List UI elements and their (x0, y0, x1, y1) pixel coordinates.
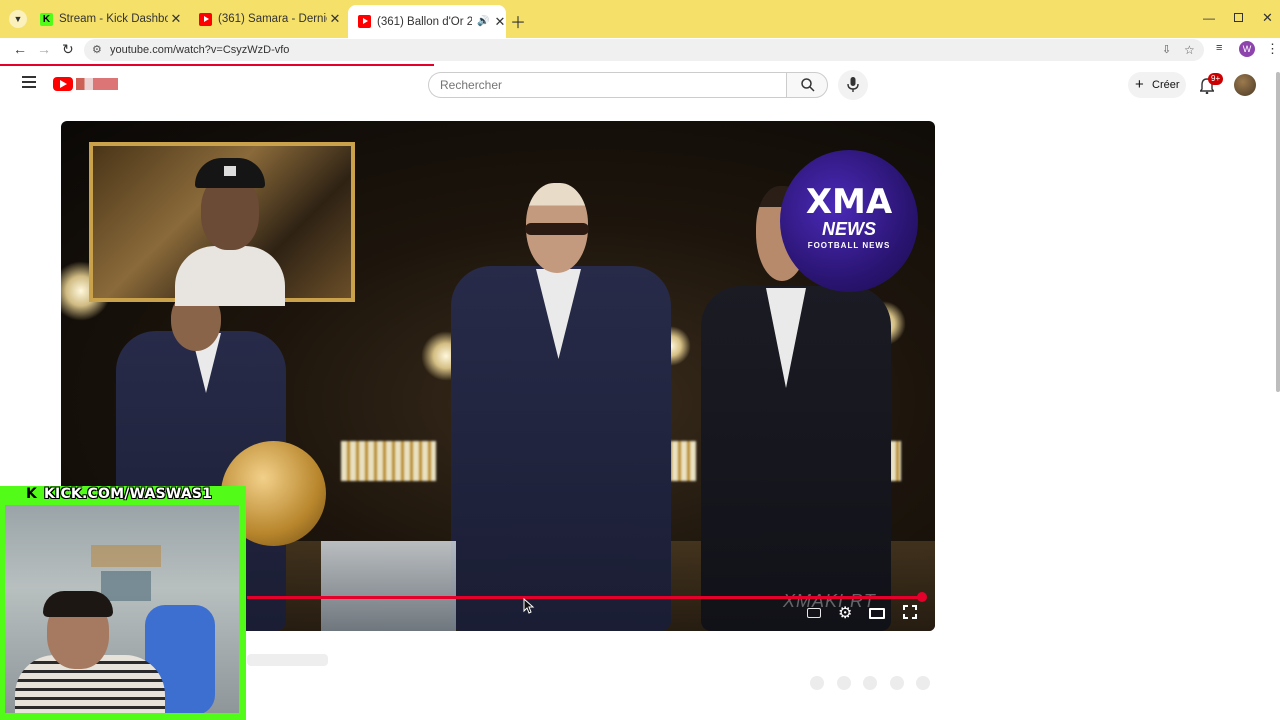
back-button[interactable]: ← (13, 41, 27, 57)
streamer-hair (43, 591, 113, 617)
browser-menu-icon[interactable]: ⋮ (1266, 41, 1279, 57)
new-tab-button[interactable]: ＋ (510, 9, 526, 33)
forward-button[interactable]: → (37, 41, 51, 57)
plus-icon: + (1135, 76, 1144, 93)
account-avatar[interactable] (1234, 74, 1256, 96)
tab-title: Stream - Kick Dashboard (59, 13, 168, 25)
action-placeholder (837, 676, 851, 690)
address-bar[interactable]: ⚙ youtube.com/watch?v=CsyzWzD-vfo ⇩ ☆ (84, 39, 1204, 61)
facecam-person-torso (175, 246, 285, 306)
tab-search-button[interactable]: ▼ (9, 10, 27, 28)
badge-line-2: NEWS (822, 219, 876, 239)
settings-gear-icon[interactable]: ⚙ (838, 603, 852, 623)
theater-mode-icon[interactable] (869, 608, 885, 619)
facecam-cap-logo (224, 166, 236, 176)
action-placeholder (916, 676, 930, 690)
search-button[interactable] (786, 72, 828, 98)
reload-button[interactable]: ↻ (62, 41, 74, 58)
site-info-icon[interactable]: ⚙ (92, 39, 102, 61)
profile-avatar[interactable]: W (1239, 41, 1255, 57)
tab-youtube-ballon-dor[interactable]: (361) Ballon d'Or 2025 Live 🔊 ✕ (348, 5, 506, 38)
video-progress-bar[interactable] (247, 596, 922, 599)
hamburger-menu-icon[interactable] (22, 76, 36, 88)
close-icon[interactable]: ✕ (494, 14, 505, 30)
kick-logo-icon: K (26, 486, 40, 502)
url-text: youtube.com/watch?v=CsyzWzD-vfo (110, 44, 290, 56)
sunglasses (525, 223, 589, 235)
tab-title: (361) Ballon d'Or 2025 Live (377, 15, 472, 28)
wall-poster (101, 571, 151, 601)
tab-kick-dashboard[interactable]: K Stream - Kick Dashboard ✕ (30, 6, 188, 32)
create-button[interactable]: + Créer (1128, 72, 1186, 98)
fullscreen-icon[interactable] (903, 605, 917, 619)
restore-button[interactable] (1234, 13, 1243, 22)
mouse-cursor-icon (523, 598, 535, 614)
action-placeholder (863, 676, 877, 690)
action-placeholder (890, 676, 904, 690)
minimize-button[interactable]: — (1203, 11, 1215, 25)
xm-news-badge: XMA NEWS FOOTBALL NEWS (780, 150, 918, 292)
voice-search-button[interactable] (838, 70, 868, 100)
video-facecam (89, 142, 355, 306)
subtitles-icon[interactable] (807, 608, 821, 618)
kick-channel-banner: KICK.COM/WASWAS1 (44, 486, 213, 502)
notifications-button[interactable]: 9+ (1198, 73, 1224, 96)
media-control-icon[interactable]: ≡ (1216, 42, 1222, 54)
create-label: Créer (1152, 79, 1180, 91)
badge-line-1: XMA (805, 182, 893, 222)
video-watermark: XMAKI RT (783, 591, 876, 611)
bookmark-star-icon[interactable]: ☆ (1184, 39, 1195, 61)
kick-icon: K (40, 12, 53, 26)
search-icon (801, 78, 815, 92)
microphone-icon (847, 77, 859, 92)
page-scrollbar[interactable] (1276, 72, 1280, 392)
speaker-icon[interactable]: 🔊 (477, 16, 489, 27)
youtube-header: Rechercher + Créer 9+ (0, 66, 1280, 106)
close-window-button[interactable]: ✕ (1262, 10, 1273, 26)
browser-tab-strip: ▼ K Stream - Kick Dashboard ✕ (361) Sama… (0, 0, 1280, 38)
action-placeholder (810, 676, 824, 690)
tab-title: (361) Samara - Dernier But (ou (218, 13, 327, 25)
kick-webcam-feed (5, 505, 239, 713)
youtube-icon (358, 15, 371, 28)
browser-toolbar: ← → ↻ ⚙ youtube.com/watch?v=CsyzWzD-vfo … (0, 38, 1280, 62)
video-scrubber-handle[interactable] (917, 592, 927, 602)
wall-poster (91, 545, 161, 567)
title-placeholder (247, 654, 328, 666)
chevron-down-icon: ▼ (13, 14, 23, 24)
podium (321, 541, 456, 631)
youtube-doodle-logo[interactable] (76, 78, 118, 90)
badge-line-3: FOOTBALL NEWS (807, 241, 891, 250)
install-icon[interactable]: ⇩ (1162, 39, 1171, 61)
search-placeholder: Rechercher (440, 78, 503, 92)
youtube-logo[interactable] (53, 77, 73, 91)
youtube-icon (199, 12, 212, 26)
close-icon[interactable]: ✕ (168, 11, 184, 27)
tab-youtube-samara[interactable]: (361) Samara - Dernier But (ou ✕ (189, 6, 347, 32)
stage-light-bank (341, 441, 436, 481)
search-input[interactable]: Rechercher (428, 72, 786, 98)
close-icon[interactable]: ✕ (327, 11, 343, 27)
notification-count-badge: 9+ (1208, 73, 1224, 85)
